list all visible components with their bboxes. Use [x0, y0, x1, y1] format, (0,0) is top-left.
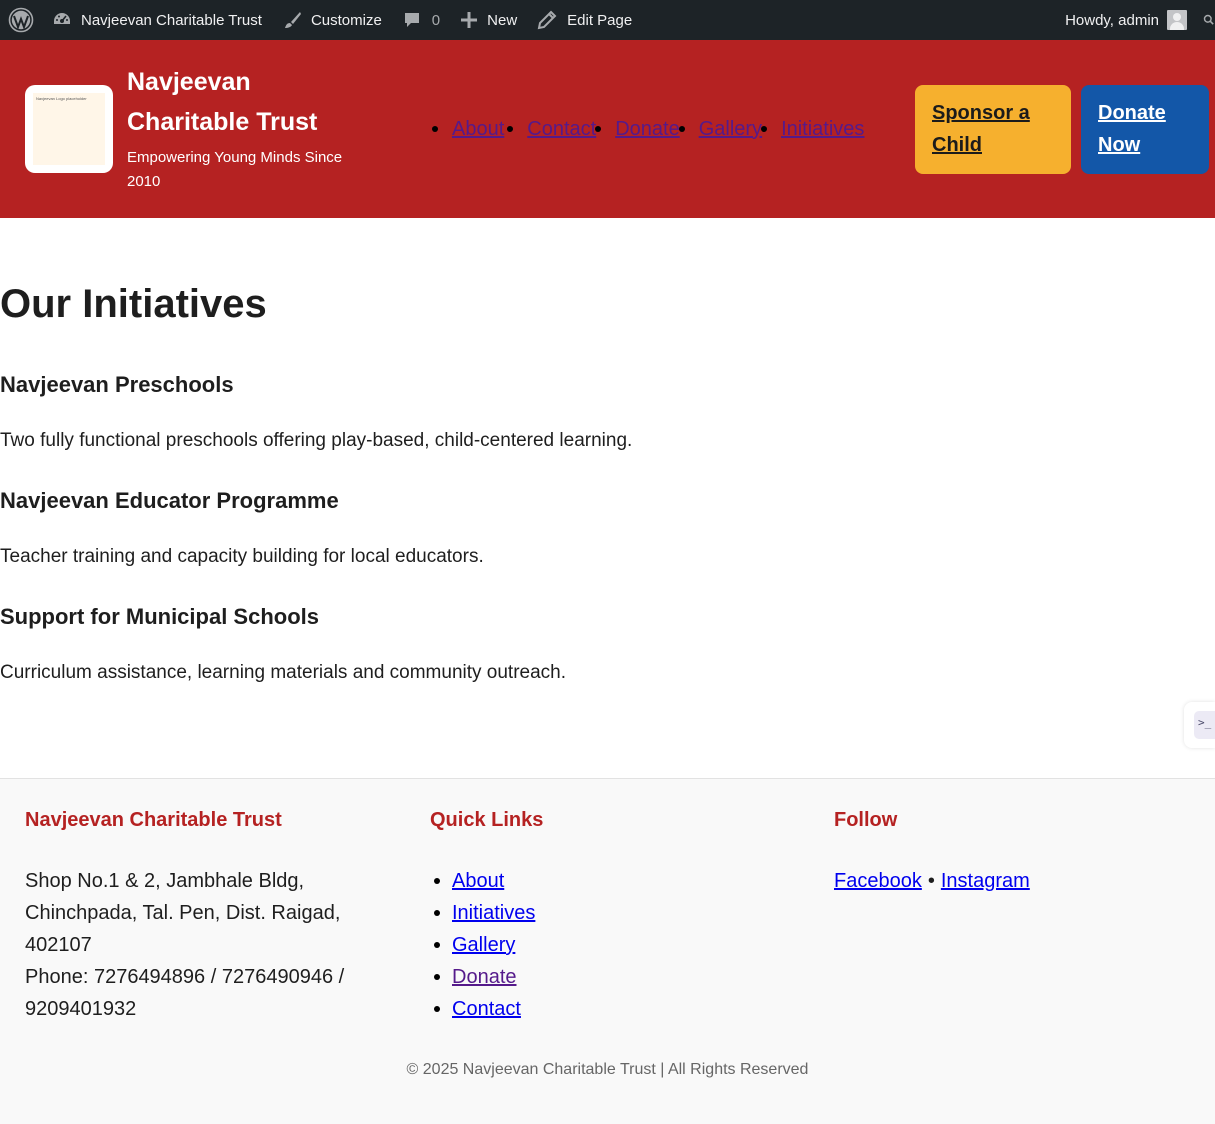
nav-item-initiatives: Initiatives — [761, 118, 864, 141]
site-name: Navjeevan Charitable Trust — [81, 11, 262, 29]
footer-link-gallery[interactable]: Gallery — [452, 929, 515, 961]
instagram-link[interactable]: Instagram — [941, 870, 1030, 892]
address-line: Chinchpada, Tal. Pen, Dist. Raigad, — [25, 902, 341, 924]
dashboard-icon — [54, 13, 70, 24]
new-label: New — [487, 11, 518, 29]
customize-link[interactable]: Customize — [272, 0, 392, 40]
nav-item-contact: Contact — [507, 118, 596, 141]
footer-quick-links: About Initiatives Gallery Donate Contact — [430, 865, 535, 1025]
comments-link[interactable]: 0 — [392, 0, 450, 40]
nav-link-about[interactable]: About — [452, 118, 504, 141]
initiative-title: Support for Municipal Schools — [0, 604, 319, 629]
social-separator: • — [927, 870, 935, 892]
list-item: About — [430, 865, 535, 897]
site-header: Navjeevan Logo placeholder Navjeevan Cha… — [0, 40, 1215, 218]
edit-page-label: Edit Page — [567, 11, 633, 29]
sponsor-child-button[interactable]: Sponsor a Child — [915, 85, 1071, 174]
avatar[interactable] — [1167, 10, 1187, 30]
nav-link-donate[interactable]: Donate — [615, 118, 680, 141]
pencil-icon — [537, 10, 557, 30]
address-line: Shop No.1 & 2, Jambhale Bldg, — [25, 870, 305, 892]
edit-page-link[interactable]: Edit Page — [527, 0, 642, 40]
nav-item-about: About — [432, 118, 504, 141]
address-line: 402107 — [25, 934, 92, 956]
facebook-link[interactable]: Facebook — [834, 870, 922, 892]
list-item: Gallery — [430, 929, 535, 961]
bullet-icon — [434, 910, 440, 916]
plus-icon — [461, 12, 478, 28]
footer-follow-heading: Follow — [834, 809, 898, 831]
footer-address: Shop No.1 & 2, Jambhale Bldg, Chinchpada… — [25, 865, 395, 1025]
list-item: Donate — [430, 961, 535, 993]
nav-link-gallery[interactable]: Gallery — [699, 118, 762, 141]
site-logo[interactable]: Navjeevan Logo placeholder — [25, 85, 113, 173]
footer-link-initiatives[interactable]: Initiatives — [452, 897, 535, 929]
nav-item-donate: Donate — [595, 118, 680, 141]
list-item: Initiatives — [430, 897, 535, 929]
footer-links-heading: Quick Links — [430, 809, 544, 831]
footer-social-links: Facebook • Instagram — [834, 865, 1030, 897]
footer-link-donate[interactable]: Donate — [452, 961, 517, 993]
phone-line: 9209401932 — [25, 998, 137, 1020]
wordpress-logo-icon[interactable] — [0, 0, 42, 40]
search-icon[interactable] — [1203, 0, 1215, 40]
comment-icon — [404, 13, 419, 27]
nav-item-gallery: Gallery — [678, 118, 762, 141]
phone-line: Phone: 7276494896 / 7276490946 / — [25, 966, 345, 988]
initiative-description: Two fully functional preschools offering… — [0, 430, 633, 451]
page-title: Our Initiatives — [0, 282, 267, 326]
paintbrush-icon — [284, 12, 301, 28]
site-title[interactable]: Navjeevan Charitable Trust — [127, 62, 367, 142]
bullet-icon — [434, 878, 440, 884]
new-content-link[interactable]: New — [450, 0, 527, 40]
admin-bar-site-link[interactable]: Navjeevan Charitable Trust — [42, 0, 272, 40]
terminal-icon: >_ — [1194, 711, 1215, 739]
initiative-title: Navjeevan Educator Programme — [0, 488, 339, 513]
howdy-user[interactable]: Howdy, admin — [1065, 12, 1167, 29]
comments-count: 0 — [431, 11, 441, 29]
donate-now-button[interactable]: Donate Now — [1081, 85, 1209, 174]
bullet-icon — [434, 1006, 440, 1012]
customize-label: Customize — [310, 11, 382, 29]
logo-placeholder: Navjeevan Logo placeholder — [33, 93, 105, 165]
initiative-description: Teacher training and capacity building f… — [0, 546, 484, 567]
bullet-icon — [678, 126, 685, 132]
nav-link-contact[interactable]: Contact — [527, 118, 596, 141]
copyright-text: © 2025 Navjeevan Charitable Trust | All … — [406, 1061, 809, 1078]
bullet-icon — [761, 126, 768, 132]
site-footer: Navjeevan Charitable Trust Shop No.1 & 2… — [0, 778, 1215, 1124]
footer-link-about[interactable]: About — [452, 865, 504, 897]
bullet-icon — [595, 126, 602, 132]
bullet-icon — [507, 126, 514, 132]
footer-org-heading: Navjeevan Charitable Trust — [25, 809, 282, 831]
nav-link-initiatives[interactable]: Initiatives — [781, 118, 864, 141]
admin-bar: Navjeevan Charitable Trust Customize 0 N… — [0, 0, 1215, 40]
bullet-icon — [434, 942, 440, 948]
list-item: Contact — [430, 993, 535, 1025]
floating-side-widget[interactable]: >_ — [1184, 702, 1215, 748]
initiative-title: Navjeevan Preschools — [0, 372, 234, 397]
footer-link-contact[interactable]: Contact — [452, 993, 521, 1025]
site-tagline: Empowering Young Minds Since 2010 — [127, 149, 343, 190]
initiative-description: Curriculum assistance, learning material… — [0, 662, 567, 683]
primary-nav: About Contact Donate Gallery Initiatives — [432, 114, 864, 144]
bullet-icon — [432, 126, 438, 132]
bullet-icon — [434, 974, 440, 980]
